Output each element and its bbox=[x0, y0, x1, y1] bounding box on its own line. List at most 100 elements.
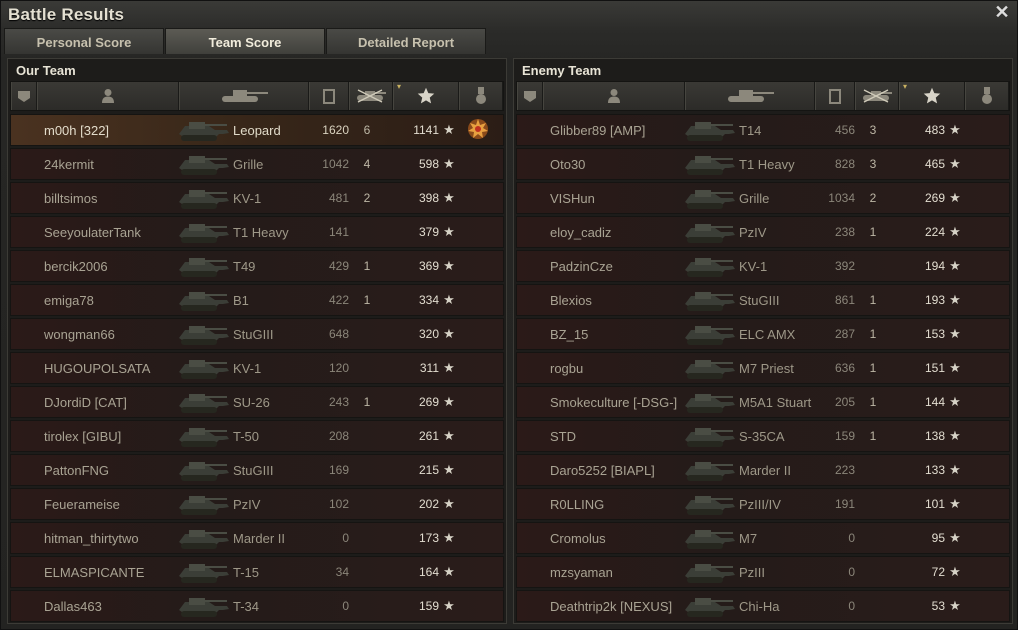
player-row[interactable]: Feuerameise PzIV 102 202 ★ bbox=[10, 488, 504, 520]
player-row[interactable]: DJordiD [CAT] SU-26 243 1 269 ★ bbox=[10, 386, 504, 418]
xp-value: 144 bbox=[924, 395, 945, 409]
player-row[interactable]: SeeyoulaterTank T1 Heavy 141 379 ★ bbox=[10, 216, 504, 248]
column-header-squad[interactable] bbox=[11, 82, 37, 110]
column-header-damage[interactable] bbox=[815, 82, 855, 110]
player-row[interactable]: emiga78 B1 422 1 334 ★ bbox=[10, 284, 504, 316]
column-header-star[interactable]: ▾ bbox=[899, 82, 965, 110]
tank-image-icon bbox=[179, 591, 231, 621]
player-name: billtsimos bbox=[44, 190, 98, 206]
kills-value: 1 bbox=[869, 327, 877, 341]
player-name: eloy_cadiz bbox=[550, 224, 612, 240]
sort-arrow-icon: ▾ bbox=[903, 82, 908, 91]
column-header-player[interactable] bbox=[37, 82, 179, 110]
medal-slot bbox=[457, 149, 499, 179]
column-header-tank[interactable] bbox=[685, 82, 815, 110]
damage-value: 34 bbox=[335, 565, 349, 579]
column-header-damage[interactable] bbox=[309, 82, 349, 110]
close-icon[interactable]: ✕ bbox=[993, 3, 1011, 21]
medal-slot bbox=[457, 285, 499, 315]
tab-team-score[interactable]: Team Score bbox=[165, 28, 325, 54]
player-row[interactable]: R0LLING PzIII/IV 191 101 ★ bbox=[516, 488, 1010, 520]
player-row[interactable]: Oto30 T1 Heavy 828 3 465 ★ bbox=[516, 148, 1010, 180]
xp-value: 193 bbox=[924, 293, 945, 307]
player-row[interactable]: BZ_15 ELC AMX 287 1 153 ★ bbox=[516, 318, 1010, 350]
damage-value: 648 bbox=[328, 327, 349, 341]
tank-image-icon bbox=[685, 149, 737, 179]
player-row[interactable]: billtsimos KV-1 481 2 398 ★ bbox=[10, 182, 504, 214]
player-row[interactable]: PattonFNG StuGIII 169 215 ★ bbox=[10, 454, 504, 486]
column-header-star[interactable]: ▾ bbox=[393, 82, 459, 110]
medal-slot bbox=[457, 183, 499, 213]
player-name: Dallas463 bbox=[44, 598, 102, 614]
xp-value: 101 bbox=[924, 497, 945, 511]
player-row[interactable]: 24kermit Grille 1042 4 598 ★ bbox=[10, 148, 504, 180]
xp-value: 173 bbox=[418, 531, 439, 545]
player-row[interactable]: rogbu M7 Priest 636 1 151 ★ bbox=[516, 352, 1010, 384]
vehicle-name: B1 bbox=[233, 292, 249, 308]
player-row[interactable]: Deathtrip2k [NEXUS] Chi-Ha 0 53 ★ bbox=[516, 590, 1010, 622]
medal-slot bbox=[457, 217, 499, 247]
column-header-kills[interactable] bbox=[349, 82, 393, 110]
column-header-tank[interactable] bbox=[179, 82, 309, 110]
enemy-team-panel: Enemy Team ▾ Glibber89 [AMP] T14 456 3 483 ★ O… bbox=[513, 58, 1013, 624]
damage-value: 828 bbox=[834, 157, 855, 171]
player-row[interactable]: bercik2006 T49 429 1 369 ★ bbox=[10, 250, 504, 282]
player-row[interactable]: Blexios StuGIII 861 1 193 ★ bbox=[516, 284, 1010, 316]
star-icon: ★ bbox=[443, 326, 455, 341]
column-header-player[interactable] bbox=[543, 82, 685, 110]
xp-value: 72 bbox=[931, 565, 945, 579]
damage-value: 861 bbox=[834, 293, 855, 307]
vehicle-name: T1 Heavy bbox=[739, 156, 795, 172]
tank-image-icon bbox=[685, 489, 737, 519]
player-row[interactable]: Dallas463 T-34 0 159 ★ bbox=[10, 590, 504, 622]
player-row[interactable]: STD S-35CA 159 1 138 ★ bbox=[516, 420, 1010, 452]
vehicle-name: M5A1 Stuart bbox=[739, 394, 812, 410]
battle-results-window: Battle Results ✕ Personal Score Team Sco… bbox=[0, 0, 1018, 630]
damage-value: 159 bbox=[834, 429, 855, 443]
player-row[interactable]: Smokeculture [-DSG-] M5A1 Stuart 205 1 144 ★ bbox=[516, 386, 1010, 418]
medal-slot bbox=[963, 217, 1005, 247]
sort-arrow-icon: ▾ bbox=[397, 82, 402, 91]
star-icon: ★ bbox=[949, 564, 961, 579]
our-team-header: ▾ bbox=[10, 81, 504, 111]
column-header-medal[interactable] bbox=[965, 82, 1009, 110]
player-row[interactable]: tirolex [GIBU] T-50 208 261 ★ bbox=[10, 420, 504, 452]
player-row[interactable]: VISHun Grille 1034 2 269 ★ bbox=[516, 182, 1010, 214]
star-icon: ★ bbox=[443, 598, 455, 613]
player-name: HUGOUPOLSATA bbox=[44, 360, 151, 376]
player-row[interactable]: mzsyaman PzIII 0 72 ★ bbox=[516, 556, 1010, 588]
player-row[interactable]: Cromolus M7 0 95 ★ bbox=[516, 522, 1010, 554]
player-name: tirolex [GIBU] bbox=[44, 428, 122, 444]
star-icon: ★ bbox=[443, 224, 455, 239]
player-name: SeeyoulaterTank bbox=[44, 224, 141, 240]
player-row[interactable]: m00h [322] Leopard 1620 6 1141 ★ bbox=[10, 114, 504, 146]
player-row[interactable]: eloy_cadiz PzIV 238 1 224 ★ bbox=[516, 216, 1010, 248]
player-row[interactable]: HUGOUPOLSATA KV-1 120 311 ★ bbox=[10, 352, 504, 384]
player-row[interactable]: Glibber89 [AMP] T14 456 3 483 ★ bbox=[516, 114, 1010, 146]
tab-detailed-report[interactable]: Detailed Report bbox=[326, 28, 486, 54]
column-header-medal[interactable] bbox=[459, 82, 503, 110]
medal-icon[interactable] bbox=[467, 118, 489, 143]
player-row[interactable]: Daro5252 [BIAPL] Marder II 223 133 ★ bbox=[516, 454, 1010, 486]
tank-image-icon bbox=[179, 387, 231, 417]
tank-image-icon bbox=[685, 421, 737, 451]
player-row[interactable]: hitman_thirtytwo Marder II 0 173 ★ bbox=[10, 522, 504, 554]
damage-value: 169 bbox=[328, 463, 349, 477]
xp-value: 261 bbox=[418, 429, 439, 443]
tab-personal-score[interactable]: Personal Score bbox=[4, 28, 164, 54]
damage-value: 243 bbox=[328, 395, 349, 409]
star-icon: ★ bbox=[949, 326, 961, 341]
column-header-squad[interactable] bbox=[517, 82, 543, 110]
tank-image-icon bbox=[179, 319, 231, 349]
tank-image-icon bbox=[179, 217, 231, 247]
column-header-kills[interactable] bbox=[855, 82, 899, 110]
medal-slot bbox=[963, 489, 1005, 519]
xp-value: 398 bbox=[418, 191, 439, 205]
player-row[interactable]: PadzinCze KV-1 392 194 ★ bbox=[516, 250, 1010, 282]
medal-slot bbox=[963, 523, 1005, 553]
player-row[interactable]: wongman66 StuGIII 648 320 ★ bbox=[10, 318, 504, 350]
tank-image-icon bbox=[179, 115, 231, 145]
medal-slot bbox=[963, 557, 1005, 587]
xp-value: 159 bbox=[418, 599, 439, 613]
player-row[interactable]: ELMASPICANTE T-15 34 164 ★ bbox=[10, 556, 504, 588]
